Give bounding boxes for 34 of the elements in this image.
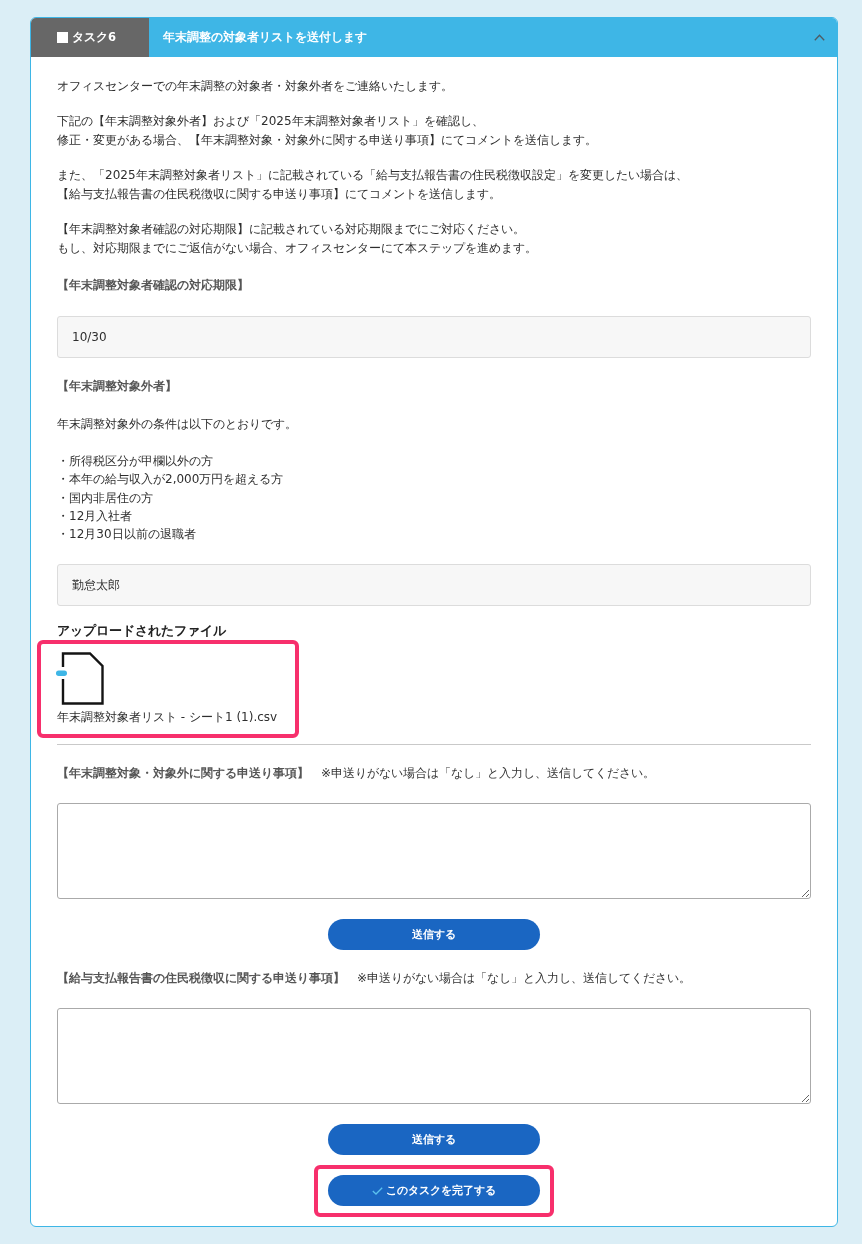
comment-textarea[interactable] bbox=[57, 803, 811, 900]
condition-item: ・本年の給与収入が2,000万円を超える方 bbox=[57, 471, 285, 489]
file-icon[interactable] bbox=[55, 652, 104, 706]
condition-item: ・所得税区分が甲欄以外の方 bbox=[57, 453, 214, 470]
condition-item: ・12月30日以前の退職者 bbox=[57, 526, 197, 544]
body-text: 下記の【年末調整対象外者】および「2025年末調整対象者リスト」を確認し、 bbox=[57, 113, 485, 130]
deadline-display: 10/30 bbox=[57, 316, 811, 358]
condition-item: ・国内非居住の方 bbox=[57, 489, 154, 507]
uploaded-files-heading: アップロードされたファイル bbox=[57, 623, 227, 640]
excluded-person-display: 勤怠太郎 bbox=[57, 564, 811, 607]
body-text: 修正・変更がある場合、【年末調整対象・対象外に関する申送り事項】にてコメントを送信します。 bbox=[57, 132, 598, 149]
comment-note: ※申送りがない場合は「なし」と入力し、送信してください。 bbox=[321, 765, 656, 783]
body-text: 【給与支払報告書の住民税徴収に関する申送り事項】にてコメントを送信します。 bbox=[57, 186, 502, 203]
description-text: 年末調整対象外の条件は以下のとおりです。 bbox=[57, 416, 298, 433]
task-title: 年末調整の対象者リストを送付します bbox=[163, 29, 368, 45]
submit-button[interactable]: 送信する bbox=[328, 919, 540, 951]
comment-label: 【年末調整対象・対象外に関する申送り事項】 bbox=[57, 765, 309, 783]
excluded-heading: 【年末調整対象外者】 bbox=[57, 378, 178, 395]
body-text: 【年末調整対象者確認の対応期限】に記載されている対応期限までにご対応ください。 bbox=[57, 221, 526, 238]
checkbox-icon[interactable] bbox=[57, 31, 68, 43]
body-text: もし、対応期限までにご返信がない場合、オフィスセンターにて本ステップを進めます。 bbox=[57, 240, 538, 257]
comment-textarea[interactable] bbox=[57, 1008, 811, 1105]
comment-note: ※申送りがない場合は「なし」と入力し、送信してください。 bbox=[357, 970, 692, 988]
condition-item: ・12月入社者 bbox=[57, 507, 134, 525]
body-text: オフィスセンターでの年末調整の対象者・対象外者をご連絡いたします。 bbox=[57, 78, 454, 95]
chevron-up-icon[interactable] bbox=[814, 33, 825, 41]
deadline-heading: 【年末調整対象者確認の対応期限】 bbox=[57, 277, 250, 294]
submit-button[interactable]: 送信する bbox=[328, 1124, 540, 1156]
body-text: また、「2025年末調整対象者リスト」に記載されている「給与支払報告書の住民税徴収設定」を変更したい場合は、 bbox=[57, 167, 689, 184]
file-name-link[interactable]: 年末調整対象者リスト - シート1 (1).csv bbox=[57, 708, 278, 728]
comment-label: 【給与支払報告書の住民税徴収に関する申送り事項】 bbox=[57, 970, 345, 988]
check-icon bbox=[372, 1187, 383, 1195]
task-number-label: タスク6 bbox=[72, 29, 116, 45]
complete-task-button[interactable]: このタスクを完了する bbox=[328, 1175, 540, 1207]
